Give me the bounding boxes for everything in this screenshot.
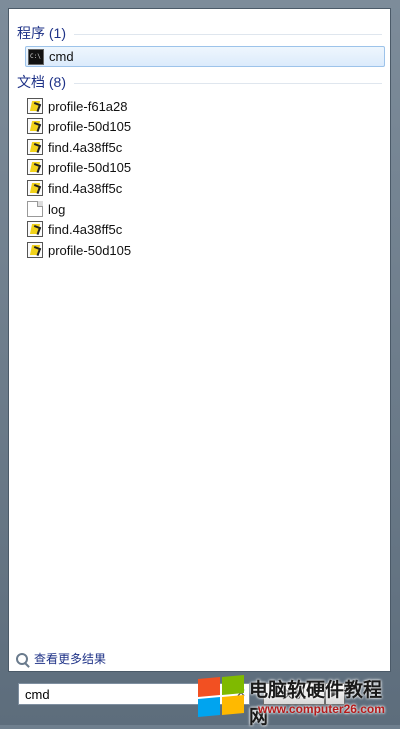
documents-header-label: 文档 (8): [17, 74, 66, 90]
windows-logo-icon: [196, 674, 246, 717]
document-icon: [27, 180, 43, 196]
search-icon: [16, 652, 28, 665]
document-item-label: find.4a38ff5c: [48, 139, 123, 155]
search-results-panel: 程序 (1) cmd 文档 (8) profile-f61a28 profile…: [8, 8, 391, 672]
watermark: 电脑软硬件教程网 www.computer26.com: [196, 672, 400, 728]
document-icon: [27, 159, 43, 175]
program-item-cmd[interactable]: cmd: [25, 46, 385, 67]
document-icon: [27, 139, 43, 155]
watermark-url: www.computer26.com: [258, 702, 385, 716]
document-item[interactable]: profile-50d105: [27, 240, 367, 260]
document-item-label: profile-50d105: [48, 242, 132, 258]
documents-header: 文档 (8): [17, 72, 382, 92]
document-item[interactable]: find.4a38ff5c: [27, 137, 367, 157]
document-item-label: profile-f61a28: [48, 98, 128, 114]
programs-header-label: 程序 (1): [17, 25, 66, 41]
header-divider: [74, 33, 382, 35]
text-file-icon: [27, 201, 43, 217]
document-item-label: find.4a38ff5c: [48, 221, 123, 237]
document-item[interactable]: log: [27, 199, 367, 219]
document-item-label: profile-50d105: [48, 159, 132, 175]
document-item[interactable]: find.4a38ff5c: [27, 219, 367, 239]
see-more-results-label: 查看更多结果: [34, 652, 107, 666]
programs-header: 程序 (1): [17, 23, 382, 43]
document-icon: [27, 242, 43, 258]
document-icon: [27, 118, 43, 134]
document-item-label: log: [48, 201, 66, 217]
document-item[interactable]: profile-50d105: [27, 157, 367, 177]
document-icon: [27, 98, 43, 114]
document-item[interactable]: profile-50d105: [27, 116, 367, 136]
document-item-label: find.4a38ff5c: [48, 180, 123, 196]
document-item[interactable]: profile-f61a28: [27, 96, 367, 116]
document-icon: [27, 221, 43, 237]
document-item[interactable]: find.4a38ff5c: [27, 178, 367, 198]
see-more-results-link[interactable]: 查看更多结果: [16, 650, 106, 667]
header-divider: [74, 82, 382, 84]
document-item-label: profile-50d105: [48, 118, 132, 134]
cmd-icon: [28, 48, 44, 65]
program-item-label: cmd: [49, 49, 74, 64]
